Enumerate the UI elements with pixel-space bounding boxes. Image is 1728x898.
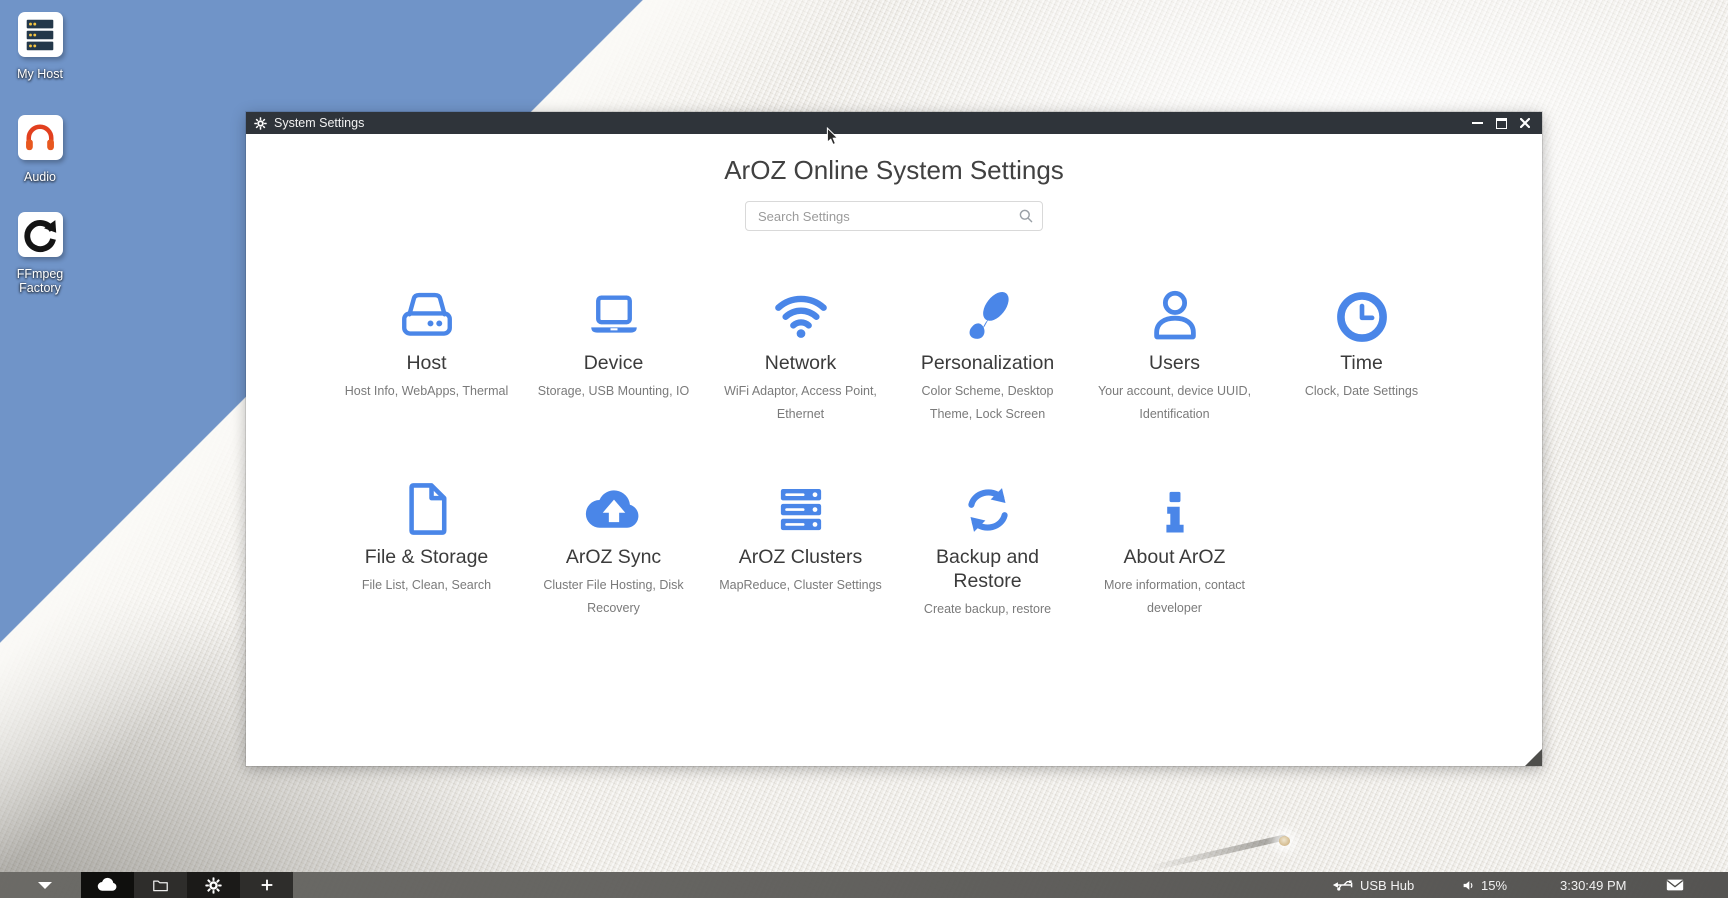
- info-icon: [1081, 476, 1268, 538]
- system-settings-window: System Settings ArOZ Online System Setti…: [246, 112, 1542, 766]
- taskbar-desktop-button[interactable]: [81, 872, 134, 898]
- taskbar-add-button[interactable]: [240, 872, 293, 898]
- window-resize-handle[interactable]: [1525, 749, 1542, 766]
- clock-value: 3:30:49 PM: [1560, 878, 1627, 893]
- tile-caption: Create backup, restore: [894, 598, 1081, 621]
- tile-caption: Cluster File Hosting, Disk Recovery: [520, 574, 707, 620]
- usb-label: USB Hub: [1360, 878, 1414, 893]
- usb-icon: [1332, 878, 1354, 892]
- tile-aroz-sync[interactable]: ArOZ Sync Cluster File Hosting, Disk Rec…: [520, 476, 707, 620]
- desktop-icon-ffmpeg-factory[interactable]: FFmpeg Factory: [8, 212, 72, 295]
- tile-caption: File List, Clean, Search: [333, 574, 520, 597]
- desktop-icon-label: FFmpeg Factory: [5, 267, 75, 295]
- wall-nail: [1279, 836, 1290, 846]
- tile-caption: MapReduce, Cluster Settings: [707, 574, 894, 597]
- taskbar-app-buttons: [81, 872, 293, 898]
- desktop-icon-my-host[interactable]: My Host: [8, 12, 72, 81]
- minimize-button[interactable]: [1472, 122, 1483, 124]
- tray-volume[interactable]: 15%: [1462, 872, 1507, 898]
- volume-value: 15%: [1481, 878, 1507, 893]
- taskbar-expand-arrow-icon[interactable]: [38, 882, 52, 889]
- file-icon: [333, 476, 520, 538]
- folder-icon: [151, 876, 170, 895]
- tile-network[interactable]: Network WiFi Adaptor, Access Point, Ethe…: [707, 282, 894, 426]
- user-icon: [1081, 282, 1268, 344]
- speaker-icon: [1462, 879, 1475, 892]
- gear-icon: [205, 877, 222, 894]
- tile-label: Users: [1081, 351, 1268, 375]
- tile-label: ArOZ Clusters: [707, 545, 894, 569]
- tray-clock[interactable]: 3:30:49 PM: [1560, 872, 1627, 898]
- cloud-upload-icon: [520, 476, 707, 538]
- tile-caption: More information, contact developer: [1081, 574, 1268, 620]
- taskbar: USB Hub 15% 3:30:49 PM: [0, 872, 1728, 898]
- desktop-icon-audio[interactable]: Audio: [8, 115, 72, 184]
- desktop-icon-label: My Host: [17, 67, 63, 81]
- tile-label: ArOZ Sync: [520, 545, 707, 569]
- tile-device[interactable]: Device Storage, USB Mounting, IO: [520, 282, 707, 403]
- tile-caption: Storage, USB Mounting, IO: [520, 380, 707, 403]
- search-icon: [1018, 208, 1034, 229]
- tile-personalization[interactable]: Personalization Color Scheme, Desktop Th…: [894, 282, 1081, 426]
- page-title: ArOZ Online System Settings: [246, 155, 1542, 186]
- plus-icon: [259, 877, 275, 893]
- tile-caption: Host Info, WebApps, Thermal: [333, 380, 520, 403]
- tray-usb-hub[interactable]: USB Hub: [1332, 872, 1414, 898]
- tile-host[interactable]: Host Host Info, WebApps, Thermal: [333, 282, 520, 403]
- paintbrush-icon: [894, 282, 1081, 344]
- server-rack-icon: [707, 476, 894, 538]
- tile-label: Device: [520, 351, 707, 375]
- tile-label: Time: [1268, 351, 1455, 375]
- tile-file-storage[interactable]: File & Storage File List, Clean, Search: [333, 476, 520, 597]
- desktop: My Host Audio FFmpeg Factory: [0, 0, 1728, 898]
- tile-label: Network: [707, 351, 894, 375]
- tile-caption: Color Scheme, Desktop Theme, Lock Screen: [894, 380, 1081, 426]
- window-content: ArOZ Online System Settings: [246, 134, 1542, 766]
- maximize-button[interactable]: [1496, 118, 1507, 129]
- circular-arrows-icon: [18, 212, 63, 257]
- sync-arrows-icon: [894, 476, 1081, 538]
- envelope-icon: [1666, 878, 1684, 892]
- tile-users[interactable]: Users Your account, device UUID, Identif…: [1081, 282, 1268, 426]
- tile-label: Backup and Restore: [894, 545, 1081, 593]
- search-box: [745, 201, 1043, 231]
- tile-about-aroz[interactable]: About ArOZ More information, contact dev…: [1081, 476, 1268, 620]
- settings-row-1: Host Host Info, WebApps, Thermal Device: [333, 282, 1455, 476]
- window-titlebar[interactable]: System Settings: [246, 112, 1542, 134]
- tile-label: Host: [333, 351, 520, 375]
- taskbar-settings-button[interactable]: [187, 872, 240, 898]
- headphones-icon: [18, 115, 63, 160]
- tile-label: File & Storage: [333, 545, 520, 569]
- tile-label: About ArOZ: [1081, 545, 1268, 569]
- desktop-icon-label: Audio: [24, 170, 56, 184]
- close-button[interactable]: [1520, 118, 1530, 128]
- tile-caption: Your account, device UUID, Identificatio…: [1081, 380, 1268, 426]
- tile-caption: WiFi Adaptor, Access Point, Ethernet: [707, 380, 894, 426]
- tile-caption: Clock, Date Settings: [1268, 380, 1455, 403]
- server-icon: [18, 12, 63, 57]
- tile-label: Personalization: [894, 351, 1081, 375]
- tile-aroz-clusters[interactable]: ArOZ Clusters MapReduce, Cluster Setting…: [707, 476, 894, 597]
- taskbar-file-manager-button[interactable]: [134, 872, 187, 898]
- settings-grid: Host Host Info, WebApps, Thermal Device: [333, 282, 1455, 670]
- wifi-icon: [707, 282, 894, 344]
- tray-messages[interactable]: [1666, 872, 1684, 898]
- clock-icon: [1268, 282, 1455, 344]
- laptop-icon: [520, 282, 707, 344]
- gear-icon: [254, 117, 267, 130]
- settings-row-2: File & Storage File List, Clean, Search …: [333, 476, 1455, 670]
- cloud-icon: [96, 874, 119, 897]
- hdd-icon: [333, 282, 520, 344]
- tile-time[interactable]: Time Clock, Date Settings: [1268, 282, 1455, 403]
- search-input[interactable]: [745, 201, 1043, 231]
- tile-backup-restore[interactable]: Backup and Restore Create backup, restor…: [894, 476, 1081, 621]
- wall-stick-shadow: [1147, 834, 1287, 872]
- window-title: System Settings: [274, 116, 1472, 130]
